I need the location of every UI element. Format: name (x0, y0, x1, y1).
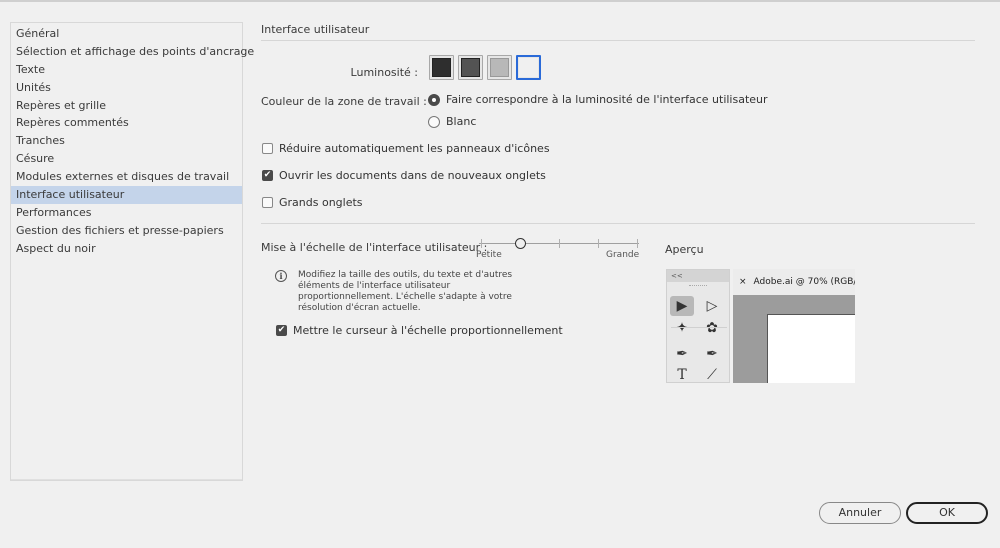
checkbox[interactable]: ✔ (262, 170, 273, 181)
brightness-swatch-lightest[interactable] (516, 55, 541, 80)
pen-tool-icon: ✒ (676, 346, 688, 362)
sidebar-item[interactable]: Repères et grille (11, 97, 242, 115)
brightness-swatch-medium-dark[interactable] (458, 55, 483, 80)
divider (261, 223, 975, 224)
checkbox-auto-collapse[interactable]: Réduire automatiquement les panneaux d'i… (262, 142, 550, 155)
slider-tick (559, 239, 560, 248)
checkbox-label: Grands onglets (279, 196, 363, 209)
divider (261, 40, 975, 41)
magic-wand-icon: ✦ (676, 320, 688, 336)
checkbox-label: Ouvrir les documents dans de nouveaux on… (279, 169, 546, 182)
sidebar-item[interactable]: Gestion des fichiers et presse-papiers (11, 222, 242, 240)
grip-icon (689, 285, 707, 287)
line-tool-icon: ⟋ (707, 367, 717, 383)
sidebar-item[interactable]: Texte (11, 61, 242, 79)
close-icon: × (739, 277, 747, 287)
preview-image: << ▶ ▷ ✦ ✿ ✒ ✒ T ⟋ × Adobe.ai @ 70% (RGB/ (665, 269, 855, 383)
preview-artboard (767, 314, 855, 383)
selection-tool-icon: ▶ (670, 296, 694, 316)
brightness-label: Luminosité : (350, 66, 418, 79)
curvature-tool-icon: ✒ (706, 346, 718, 362)
checkbox[interactable] (262, 197, 273, 208)
sidebar-item[interactable]: Général (11, 25, 242, 43)
slider-min-label: Petite (476, 250, 502, 260)
info-icon: i (275, 270, 287, 282)
ui-scaling-slider[interactable] (479, 238, 639, 250)
cancel-button[interactable]: Annuler (819, 502, 901, 524)
sidebar-item[interactable]: Sélection et affichage des points d'ancr… (11, 43, 254, 61)
section-title: Interface utilisateur (261, 23, 370, 36)
swatch-color (432, 58, 451, 77)
preview-label: Aperçu (665, 243, 704, 256)
slider-tick (481, 239, 482, 248)
preview-document: × Adobe.ai @ 70% (RGB/ (733, 269, 855, 383)
swatch-color (519, 58, 538, 77)
radio-match-brightness[interactable]: Faire correspondre à la luminosité de l'… (428, 93, 768, 106)
direct-selection-tool-icon: ▷ (706, 298, 718, 314)
collapse-icon: << (667, 270, 729, 282)
checkbox-open-in-tabs[interactable]: ✔ Ouvrir les documents dans de nouveaux … (262, 169, 546, 182)
radio-label: Faire correspondre à la luminosité de l'… (446, 93, 768, 106)
brightness-swatch-medium-light[interactable] (487, 55, 512, 80)
radio-label: Blanc (446, 115, 477, 128)
preview-doc-tab: × Adobe.ai @ 70% (RGB/ (733, 269, 855, 295)
checkbox-large-tabs[interactable]: Grands onglets (262, 196, 363, 209)
sidebar-item[interactable]: Aspect du noir (11, 240, 242, 258)
divider (671, 327, 727, 328)
brightness-swatch-darkest[interactable] (429, 55, 454, 80)
radio-button[interactable] (428, 115, 440, 128)
slider-tick (598, 239, 599, 248)
scaling-info-text: Modifiez la taille des outils, du texte … (298, 270, 513, 313)
checkbox[interactable]: ✔ (276, 325, 287, 336)
sidebar-item[interactable]: Modules externes et disques de travail (11, 168, 242, 186)
sidebar-item[interactable]: Repères commentés (11, 114, 242, 132)
checkbox-label: Réduire automatiquement les panneaux d'i… (279, 142, 550, 155)
checkbox-label: Mettre le curseur à l'échelle proportion… (293, 324, 563, 337)
swatch-color (490, 58, 509, 77)
brightness-swatches (429, 55, 541, 80)
checkbox-scale-cursor[interactable]: ✔ Mettre le curseur à l'échelle proporti… (276, 324, 563, 337)
ok-button[interactable]: OK (906, 502, 988, 524)
swatch-color (461, 58, 480, 77)
preview-toolbox: << ▶ ▷ ✦ ✿ ✒ ✒ T ⟋ (666, 269, 730, 383)
checkbox[interactable] (262, 143, 273, 154)
sidebar-item[interactable]: Unités (11, 79, 242, 97)
sidebar-item[interactable]: Tranches (11, 132, 242, 150)
doc-tab-title: Adobe.ai @ 70% (RGB/ (753, 277, 855, 287)
radio-button[interactable] (428, 93, 440, 106)
canvas-color-label: Couleur de la zone de travail : (261, 95, 427, 108)
preferences-category-list[interactable]: Général Sélection et affichage des points… (10, 22, 254, 481)
slider-max-label: Grande (606, 250, 640, 260)
slider-knob[interactable] (515, 238, 526, 249)
sidebar-item[interactable]: Césure (11, 150, 242, 168)
sidebar-item[interactable]: Interface utilisateur (11, 186, 242, 204)
slider-tick (637, 239, 638, 248)
type-tool-icon: T (677, 367, 687, 383)
radio-white[interactable]: Blanc (428, 115, 476, 128)
ui-scaling-label: Mise à l'échelle de l'interface utilisat… (261, 241, 488, 254)
sidebar-item[interactable]: Performances (11, 204, 242, 222)
lasso-icon: ✿ (706, 320, 718, 336)
